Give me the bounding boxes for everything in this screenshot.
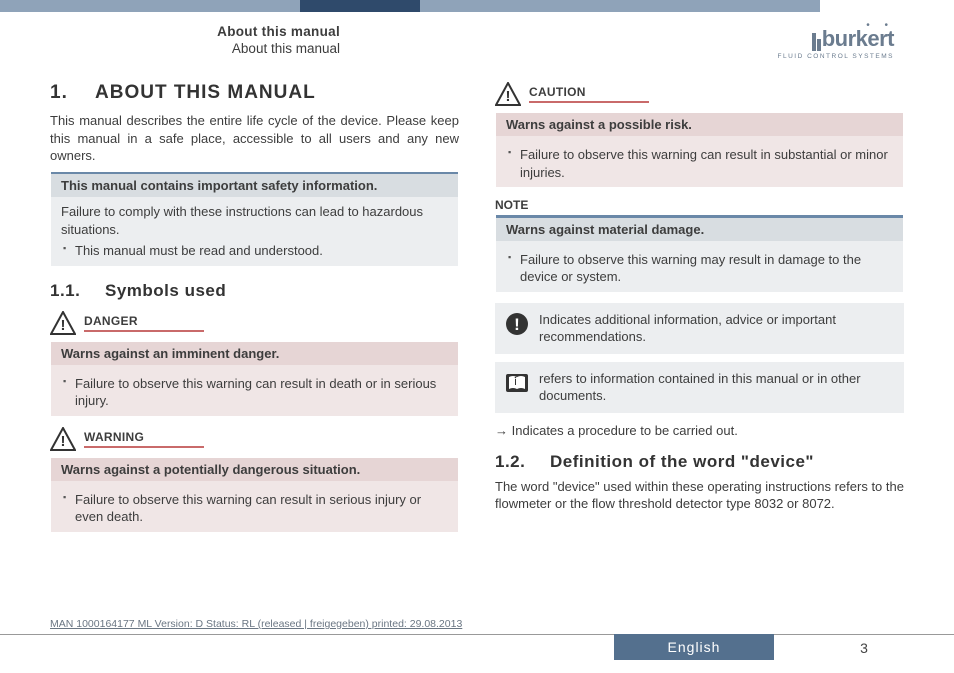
info-advice-box: ! Indicates additional information, advi… xyxy=(495,303,904,354)
warning-box: Warns against a potentially dangerous si… xyxy=(50,457,459,533)
svg-text:!: ! xyxy=(61,317,66,334)
header-title-bold: About this manual xyxy=(60,24,340,39)
burkert-logo: • • burkert FLUID CONTROL SYSTEMS xyxy=(778,24,895,60)
svg-text:!: ! xyxy=(61,433,66,450)
warning-triangle-icon: ! xyxy=(50,427,76,451)
document-info: MAN 1000164177 ML Version: D Status: RL … xyxy=(0,618,954,634)
section-1-heading: 1.ABOUT THIS MANUAL xyxy=(50,82,459,104)
section-1-2-heading: 1.2.Definition of the word "device" xyxy=(495,452,904,472)
caution-box: Warns against a possible risk. Failure t… xyxy=(495,112,904,188)
section-1-2-body: The word "device" used within these oper… xyxy=(495,478,904,513)
safety-info-box: This manual contains important safety in… xyxy=(50,171,459,267)
warning-triangle-icon: ! xyxy=(50,311,76,335)
page-number: 3 xyxy=(774,634,954,660)
info-circle-icon: ! xyxy=(505,312,529,336)
svg-text:!: ! xyxy=(514,315,520,334)
note-label: NOTE xyxy=(495,198,904,212)
warning-triangle-icon: ! xyxy=(495,82,521,106)
danger-header: ! DANGER xyxy=(50,311,459,335)
language-indicator: English xyxy=(614,634,774,660)
reference-box: refers to information contained in this … xyxy=(495,362,904,413)
section-1-1-heading: 1.1.Symbols used xyxy=(50,281,459,301)
main-content: 1.ABOUT THIS MANUAL This manual describe… xyxy=(0,82,954,592)
book-reference-icon xyxy=(505,371,529,395)
procedure-indicator: → Indicates a procedure to be carried ou… xyxy=(495,423,904,438)
header-title-sub: About this manual xyxy=(60,41,340,56)
warning-header: ! WARNING xyxy=(50,427,459,451)
note-box: Warns against material damage. Failure t… xyxy=(495,214,904,293)
page-footer: MAN 1000164177 ML Version: D Status: RL … xyxy=(0,618,954,673)
section-1-intro: This manual describes the entire life cy… xyxy=(50,112,459,165)
caution-header: ! CAUTION xyxy=(495,82,904,106)
danger-box: Warns against an imminent danger. Failur… xyxy=(50,341,459,417)
top-color-bar xyxy=(0,0,954,12)
page-header: About this manual About this manual • • … xyxy=(0,12,954,82)
svg-text:!: ! xyxy=(506,88,511,105)
safety-box-title: This manual contains important safety in… xyxy=(51,174,458,197)
